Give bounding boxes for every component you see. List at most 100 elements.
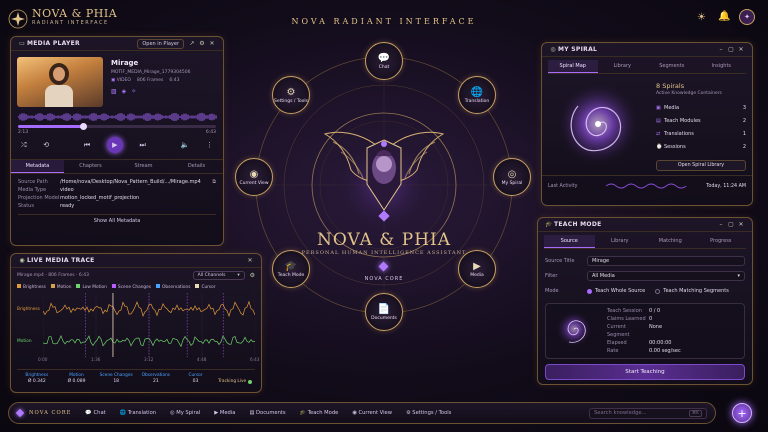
nav-media[interactable]: ▶ Media [214,410,235,416]
live-trace-title: LIVE MEDIA TRACE [27,257,95,264]
minimize-icon[interactable]: – [716,221,726,228]
trace-chart[interactable] [43,293,255,357]
trace-legend: Brightness Motion Low Motion Scene Changes O… [11,283,261,291]
external-link-icon[interactable]: ↗ [187,40,197,47]
wings-emblem [323,131,445,222]
x-tick-label: 0:00 [38,357,48,362]
stat-brightness: Brightness Ø 0.342 [25,373,49,384]
nav-teach-mode[interactable]: 🎓 Teach Mode [300,410,339,416]
legend-item[interactable]: Scene Changes [111,284,151,290]
maximize-icon[interactable]: ▢ [726,46,736,53]
tab-metadata[interactable]: Metadata [11,160,64,173]
globe-icon: 🌐 [119,410,127,416]
minimize-icon[interactable]: – [716,46,726,53]
tab-matching[interactable]: Matching [645,235,696,248]
graduation-cap-icon: 🎓 [299,410,307,416]
close-icon[interactable]: ✕ [245,257,255,264]
track-file: MOTIF_MEDIA_Mirage_1779304506 [111,70,191,75]
legend-item[interactable]: Observations [156,284,190,290]
spiral-icon: ◎ [507,168,517,180]
node-teach-mode[interactable]: 🎓 Teach Mode [272,250,310,288]
photo-icon[interactable]: ▨ [111,88,117,95]
tab-progress[interactable]: Progress [696,235,747,248]
play-button[interactable]: ▶ [106,137,123,153]
spiral-item[interactable]: ▣ Media 3 [656,102,746,115]
start-teaching-button[interactable]: Start Teaching [545,364,745,380]
spiral-galaxy-visual[interactable] [548,78,648,170]
video-thumbnail[interactable] [17,57,103,107]
teach-icon: ▤ [656,118,661,124]
nova-core-brand[interactable]: NOVA CORE [15,408,71,418]
close-icon[interactable]: ✕ [736,221,746,228]
node-chat[interactable]: 💬 Chat [365,42,403,80]
tab-spiral-map[interactable]: Spiral Map [548,60,598,73]
shuffle-icon[interactable]: ⤮ [21,141,27,150]
nav-documents[interactable]: ▤ Documents [249,410,285,416]
legend-item[interactable]: Motion [50,284,71,290]
close-icon[interactable]: ✕ [736,46,746,53]
graduation-cap-icon: 🎓 [284,260,298,272]
teach-mode-title: TEACH MODE [554,221,602,228]
nav-my-spiral[interactable]: ◎ My Spiral [170,410,200,416]
trace-file-info: Mirage.mp4 · 806 Frames · 6:43 [17,273,89,278]
legend-swatch [156,284,161,288]
node-my-spiral[interactable]: ◎ My Spiral [493,158,531,196]
document-icon: ▤ [249,410,255,416]
node-current-view[interactable]: ◉ Current View [235,158,273,196]
open-spiral-library-button[interactable]: Open Spiral Library [656,160,746,171]
radio-teach-matching-segments[interactable]: Teach Matching Segments [655,288,729,294]
bell-icon[interactable]: 🔔 [718,11,730,22]
node-settings[interactable]: ⚙ Settings / Tools [272,76,310,114]
tab-source[interactable]: Source [544,235,595,248]
x-tick-label: 4:48 [197,357,207,362]
tab-insights[interactable]: Insights [697,60,747,73]
nav-current-view[interactable]: ◉ Current View [352,410,392,416]
progress-track[interactable] [18,123,216,130]
open-in-player-button[interactable]: Open in Player [137,38,184,49]
channel-select[interactable]: All Channels ▾ [192,271,245,280]
search-input[interactable]: Search knowledge... ⌘K [589,407,707,419]
progress-knob[interactable] [80,123,88,130]
tab-details[interactable]: Details [170,160,223,173]
spiral-item[interactable]: ⌚ Sessions 2 [656,141,746,154]
filter-select[interactable]: All Media ▾ [587,271,745,281]
diamond-icon[interactable]: ◈ [122,88,127,95]
spiral-item[interactable]: ▤ Teach Modules 2 [656,115,746,128]
maximize-icon[interactable]: ▢ [726,221,736,228]
tab-library[interactable]: Library [595,235,646,248]
tab-chapters[interactable]: Chapters [64,160,117,173]
next-icon[interactable]: ⏭ [140,141,146,150]
close-icon[interactable]: ✕ [207,40,217,47]
copy-icon[interactable]: ⧉ [212,178,216,186]
search-shortcut-hint: ⌘K [688,409,702,417]
nav-translation[interactable]: 🌐 Translation [120,410,156,416]
node-translation[interactable]: 🌐 Translation [458,76,496,114]
show-all-metadata-button[interactable]: Show All Metadata [18,214,216,224]
add-button[interactable]: + [732,403,752,423]
nav-settings[interactable]: ⚙ Settings / Tools [406,410,451,416]
bottom-nav: NOVA CORE 💬 Chat 🌐 Translation ◎ My Spir… [8,402,716,424]
previous-icon[interactable]: ⏮ [84,141,90,150]
node-documents[interactable]: 📄 Documents [365,293,403,331]
tab-stream[interactable]: Stream [117,160,170,173]
volume-icon[interactable]: 🔈 [181,141,190,149]
repeat-icon[interactable]: ⟲ [43,141,49,149]
source-title-input[interactable]: Mirage [587,256,745,266]
legend-item[interactable]: Low Motion [76,284,107,290]
tab-segments[interactable]: Segments [647,60,697,73]
node-media[interactable]: ▶ Media [458,250,496,288]
legend-item[interactable]: Brightness [17,284,46,290]
stat-cursor: Cursor 03 [188,373,203,384]
more-icon[interactable]: ⋮ [206,141,213,149]
legend-item[interactable]: Cursor [195,284,216,290]
tab-library[interactable]: Library [598,60,648,73]
nav-chat[interactable]: 💬 Chat [85,410,105,416]
avatar[interactable]: ✦ [739,9,755,25]
play-circle-icon: ▶ [473,260,481,272]
gear-icon[interactable]: ⚙ [197,40,207,47]
radio-teach-whole-source[interactable]: Teach Whole Source [587,288,645,294]
sun-icon[interactable]: ☀ [697,12,706,23]
gear-icon[interactable]: ⚙ [250,272,255,279]
spiral-item[interactable]: ⇄ Translations 1 [656,128,746,141]
spark-icon[interactable]: ✧ [131,88,136,95]
